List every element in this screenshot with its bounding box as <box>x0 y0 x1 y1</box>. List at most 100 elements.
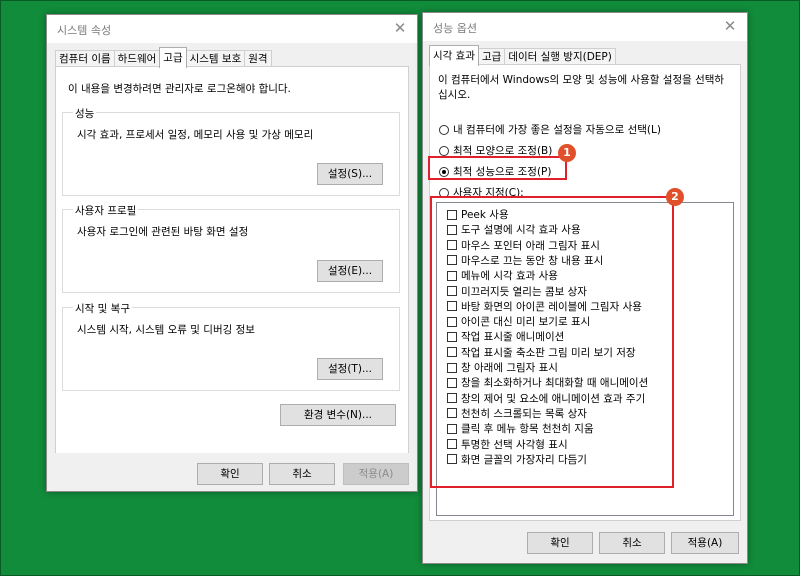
radio-auto-best[interactable]: 내 컴퓨터에 가장 좋은 설정을 자동으로 선택(L) <box>439 122 661 137</box>
apply-button[interactable]: 적용(A) <box>671 532 739 554</box>
effect-checkbox-item[interactable]: 마우스로 끄는 동안 창 내용 표시 <box>447 253 603 268</box>
description-line-2: 십시오. <box>438 89 471 101</box>
checkbox-unchecked-icon <box>447 439 457 449</box>
effect-checkbox-item[interactable]: 작업 표시줄 축소판 그림 미리 보기 저장 <box>447 345 636 360</box>
effect-label: 화면 글꼴의 가장자리 다듬기 <box>461 453 587 466</box>
radio-selected-icon <box>439 166 449 177</box>
effect-label: 작업 표시줄 축소판 그림 미리 보기 저장 <box>461 346 636 359</box>
effect-checkbox-item[interactable]: 마우스 포인터 아래 그림자 표시 <box>447 238 600 253</box>
radio-label: 사용자 지정(C): <box>453 187 524 199</box>
checkbox-unchecked-icon <box>447 423 457 434</box>
effect-label: 창 아래에 그림자 표시 <box>461 362 558 374</box>
radio-label: 최적 성능으로 조정(P) <box>453 166 552 178</box>
effect-checkbox-item[interactable]: 작업 표시줄 애니메이션 <box>447 329 564 344</box>
checkbox-unchecked-icon <box>447 286 457 296</box>
checkbox-unchecked-icon <box>447 209 457 220</box>
effect-label: 아이콘 대신 미리 보기로 표시 <box>461 316 591 329</box>
window-title: 성능 옵션 <box>433 22 477 35</box>
checkbox-unchecked-icon <box>447 224 457 235</box>
radio-button-icon <box>439 145 449 156</box>
radio-best-performance[interactable]: 최적 성능으로 조정(P) <box>439 164 551 179</box>
annotation-badge-1: 1 <box>558 144 576 162</box>
effect-label: 창을 최소화하거나 최대화할 때 애니메이션 <box>461 377 649 390</box>
checkbox-unchecked-icon <box>447 347 457 358</box>
effect-checkbox-item[interactable]: 도구 설명에 시각 효과 사용 <box>447 222 581 237</box>
startup-recovery-settings-button[interactable]: 설정(T)... <box>317 358 383 380</box>
effect-label: 바탕 화면의 아이콘 레이블에 그림자 사용 <box>461 300 642 313</box>
radio-button-icon <box>439 124 449 135</box>
title-bar: 시스템 속성 ✕ <box>47 15 417 43</box>
effect-label: 도구 설명에 시각 효과 사용 <box>461 224 581 237</box>
effect-label: 투명한 선택 사각형 표시 <box>461 438 568 451</box>
checkbox-unchecked-icon <box>447 255 457 266</box>
effect-checkbox-item[interactable]: 창의 제어 및 요소에 애니메이션 효과 주기 <box>447 391 645 406</box>
admin-notice: 이 내용을 변경하려면 관리자로 로그온해야 합니다. <box>68 83 291 95</box>
apply-button[interactable]: 적용(A) <box>343 463 409 485</box>
effect-label: 미끄러지듯 열리는 콤보 상자 <box>461 285 587 298</box>
performance-settings-button[interactable]: 설정(S)... <box>317 163 383 185</box>
effect-label: 클릭 후 메뉴 항목 천천히 지움 <box>461 423 594 436</box>
environment-variables-button[interactable]: 환경 변수(N)... <box>280 404 396 426</box>
effect-label: Peek 사용 <box>461 209 509 221</box>
checkbox-unchecked-icon <box>447 331 457 342</box>
tab-advanced[interactable]: 고급 <box>159 47 187 68</box>
group-description: 시스템 시작, 시스템 오류 및 디버깅 정보 <box>77 324 255 336</box>
ok-button[interactable]: 확인 <box>197 463 263 485</box>
effect-checkbox-item[interactable]: 창 아래에 그림자 표시 <box>447 360 558 375</box>
effect-checkbox-item[interactable]: 투명한 선택 사각형 표시 <box>447 437 568 452</box>
checkbox-unchecked-icon <box>447 393 457 404</box>
effect-checkbox-item[interactable]: 미끄러지듯 열리는 콤보 상자 <box>447 284 587 299</box>
description-text: 이 컴퓨터에서 Windows의 모양 및 성능에 사용할 설정을 선택하 십시… <box>438 73 724 103</box>
user-profile-settings-button[interactable]: 설정(E)... <box>317 260 383 282</box>
visual-effects-list[interactable]: Peek 사용도구 설명에 시각 효과 사용마우스 포인터 아래 그림자 표시마… <box>436 202 734 516</box>
effect-checkbox-item[interactable]: 창을 최소화하거나 최대화할 때 애니메이션 <box>447 375 648 390</box>
annotation-badge-2: 2 <box>666 188 684 206</box>
startup-recovery-group: 시작 및 복구 시스템 시작, 시스템 오류 및 디버깅 정보 설정(T)... <box>62 301 400 391</box>
effect-checkbox-item[interactable]: 아이콘 대신 미리 보기로 표시 <box>447 314 590 329</box>
checkbox-unchecked-icon <box>447 270 457 281</box>
effect-checkbox-item[interactable]: 바탕 화면의 아이콘 레이블에 그림자 사용 <box>447 299 642 314</box>
effect-checkbox-item[interactable]: 메뉴에 시각 효과 사용 <box>447 268 558 283</box>
group-description: 시각 효과, 프로세서 일정, 메모리 사용 및 가상 메모리 <box>77 129 314 141</box>
user-profile-group: 사용자 프로필 사용자 로그인에 관련된 바탕 화면 설정 설정(E)... <box>62 203 400 293</box>
close-icon[interactable]: ✕ <box>391 19 409 37</box>
dialog-footer: 확인 취소 적용(A) <box>423 521 747 563</box>
window-title: 시스템 속성 <box>57 24 112 37</box>
effect-label: 창의 제어 및 요소에 애니메이션 효과 주기 <box>461 392 646 405</box>
title-bar: 성능 옵션 ✕ <box>423 13 747 41</box>
radio-label: 최적 모양으로 조정(B) <box>453 145 553 157</box>
checkbox-unchecked-icon <box>447 301 457 312</box>
dialog-footer: 확인 취소 적용(A) <box>47 453 417 491</box>
group-description: 사용자 로그인에 관련된 바탕 화면 설정 <box>77 226 249 238</box>
effect-checkbox-item[interactable]: Peek 사용 <box>447 207 509 222</box>
tab-visual-effects[interactable]: 시각 효과 <box>429 45 479 66</box>
effect-label: 마우스 포인터 아래 그림자 표시 <box>461 239 600 252</box>
description-line-1: 이 컴퓨터에서 Windows의 모양 및 성능에 사용할 설정을 선택하 <box>438 74 725 86</box>
effect-checkbox-item[interactable]: 천천히 스크롤되는 목록 상자 <box>447 406 587 421</box>
close-icon[interactable]: ✕ <box>721 17 739 35</box>
effect-label: 메뉴에 시각 효과 사용 <box>461 270 558 283</box>
checkbox-unchecked-icon <box>447 240 457 251</box>
radio-custom[interactable]: 사용자 지정(C): <box>439 185 524 200</box>
radio-label: 내 컴퓨터에 가장 좋은 설정을 자동으로 선택(L) <box>453 124 661 136</box>
group-title: 성능 <box>73 106 97 121</box>
performance-group: 성능 시각 효과, 프로세서 일정, 메모리 사용 및 가상 메모리 설정(S)… <box>62 106 400 196</box>
tab-strip: 컴퓨터 이름 하드웨어 고급 시스템 보호 원격 <box>55 47 272 68</box>
performance-options-window: 성능 옵션 ✕ 시각 효과 고급 데이터 실행 방지(DEP) 이 컴퓨터에서 … <box>422 12 748 564</box>
checkbox-unchecked-icon <box>447 408 457 419</box>
group-title: 사용자 프로필 <box>73 203 139 218</box>
effect-checkbox-item[interactable]: 클릭 후 메뉴 항목 천천히 지움 <box>447 421 594 436</box>
radio-best-appearance[interactable]: 최적 모양으로 조정(B) <box>439 143 552 158</box>
effect-checkbox-item[interactable]: 화면 글꼴의 가장자리 다듬기 <box>447 452 587 467</box>
effect-label: 천천히 스크롤되는 목록 상자 <box>461 407 587 420</box>
checkbox-unchecked-icon <box>447 454 457 465</box>
checkbox-unchecked-icon <box>447 362 457 373</box>
advanced-tab-panel: 이 내용을 변경하려면 관리자로 로그온해야 합니다. 성능 시각 효과, 프로… <box>55 66 409 454</box>
effect-label: 마우스로 끄는 동안 창 내용 표시 <box>461 254 604 267</box>
cancel-button[interactable]: 취소 <box>599 532 665 554</box>
ok-button[interactable]: 확인 <box>527 532 593 554</box>
cancel-button[interactable]: 취소 <box>269 463 335 485</box>
checkbox-unchecked-icon <box>447 316 457 327</box>
system-properties-window: 시스템 속성 ✕ 컴퓨터 이름 하드웨어 고급 시스템 보호 원격 이 내용을 … <box>46 14 418 492</box>
group-title: 시작 및 복구 <box>73 301 132 316</box>
